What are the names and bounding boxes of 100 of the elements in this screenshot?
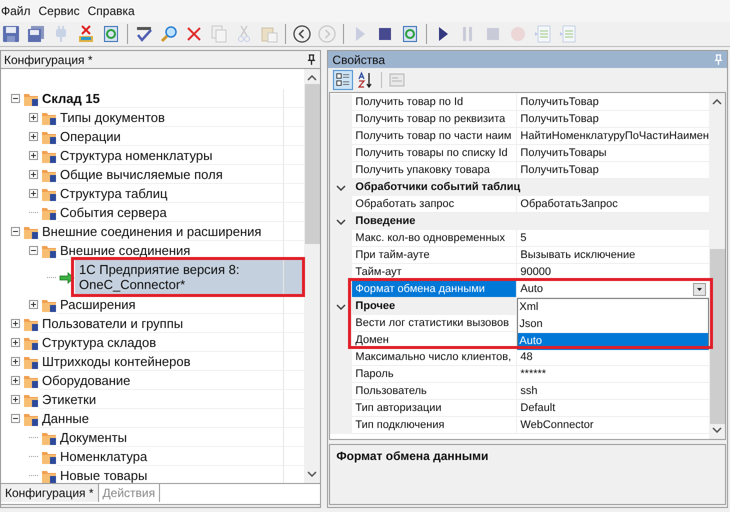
tree-item[interactable]: Типы документов	[60, 110, 165, 124]
scrollbar[interactable]	[304, 69, 320, 483]
spellcheck-icon[interactable]	[135, 25, 153, 43]
dropdown-icon[interactable]	[693, 283, 706, 296]
property-name[interactable]: Получить товар по части наим	[355, 130, 512, 142]
panel-title: Свойства	[332, 52, 386, 66]
expand-icon[interactable]	[29, 151, 38, 160]
scrollbar[interactable]	[709, 93, 725, 439]
tree-item[interactable]: Внешние соединения	[60, 242, 190, 258]
property-value[interactable]: Auto	[520, 283, 544, 295]
tree-item[interactable]: Этикетки	[42, 392, 96, 406]
property-name[interactable]: Тип авторизации	[355, 402, 442, 414]
expand-icon[interactable]	[11, 338, 20, 347]
refresh-icon[interactable]	[102, 25, 120, 43]
property-name[interactable]: Пользователь	[355, 385, 427, 397]
property-name[interactable]: Получить товар по реквизита	[355, 113, 506, 125]
tree-item[interactable]: Структура таблиц	[60, 186, 168, 200]
back-icon[interactable]	[293, 25, 311, 43]
property-value[interactable]: ПолучитьТовар	[520, 164, 599, 176]
categorized-icon[interactable]	[333, 70, 354, 90]
expand-icon[interactable]	[11, 376, 20, 385]
expand-icon[interactable]	[11, 357, 20, 366]
collapse-icon[interactable]	[11, 414, 20, 423]
tab[interactable]: Конфигурация *	[1, 484, 99, 502]
dropdown-option[interactable]: Json	[518, 316, 708, 333]
property-name[interactable]: Максимально число клиентов,	[355, 351, 512, 363]
property-name[interactable]: При тайм-ауте	[355, 249, 430, 261]
tree-item[interactable]: Расширения	[60, 296, 136, 312]
property-value[interactable]: 48	[520, 351, 533, 363]
refresh-icon[interactable]	[401, 25, 419, 43]
menu-item[interactable]: Сервис	[38, 4, 81, 18]
property-value[interactable]: ПолучитьТовары	[520, 147, 607, 159]
tree-item[interactable]: Внешние соединения и расширения	[42, 224, 262, 238]
save-icon[interactable]	[2, 25, 20, 43]
category-title: Поведение	[355, 215, 416, 227]
tree-item[interactable]: Операции	[60, 128, 121, 144]
property-name[interactable]: Домен	[355, 334, 389, 346]
property-value[interactable]: 90000	[520, 266, 551, 278]
tree-item[interactable]: События сервера	[60, 204, 167, 220]
tree-item[interactable]: Данные	[42, 410, 89, 426]
pin-icon[interactable]	[307, 54, 316, 65]
chevron-icon[interactable]	[336, 304, 346, 310]
expand-icon[interactable]	[11, 395, 20, 404]
property-name[interactable]: Пароль	[355, 368, 394, 380]
property-value[interactable]: ОбработатьЗапрос	[520, 198, 618, 210]
chevron-icon[interactable]	[336, 184, 346, 190]
property-name[interactable]: Макс. кол-во одновременных	[355, 232, 505, 244]
stop-icon[interactable]	[376, 25, 394, 43]
tree-item[interactable]: Оборудование	[42, 372, 130, 388]
property-value[interactable]: WebConnector	[520, 419, 594, 431]
panel-title: Конфигурация *	[4, 52, 93, 66]
tab[interactable]: Действия	[98, 484, 160, 502]
tree-item[interactable]: Структура номенклатуры	[60, 148, 212, 162]
tree-item[interactable]: Штрихкоды контейнеров	[42, 354, 190, 368]
scroll-up-icon[interactable]	[712, 99, 722, 105]
property-name[interactable]: Тип подключения	[355, 419, 444, 431]
property-name[interactable]: Обработать запрос	[355, 198, 454, 210]
menu-item[interactable]: Файл	[0, 4, 32, 18]
tree-item[interactable]: Пользователи и группы	[42, 316, 184, 330]
property-name[interactable]: Получить упаковку товара	[355, 164, 490, 176]
property-value[interactable]: ******	[520, 368, 546, 380]
tree-item[interactable]: Новые товары	[60, 468, 148, 482]
expand-icon[interactable]	[29, 113, 38, 122]
property-value[interactable]: 5	[520, 232, 527, 244]
property-name[interactable]: Тайм-аут	[355, 266, 402, 278]
expand-icon[interactable]	[29, 189, 38, 198]
expand-icon[interactable]	[11, 319, 20, 328]
menu-item[interactable]: Справка	[86, 4, 136, 18]
tree-item[interactable]: Склад 15	[42, 90, 100, 106]
collapse-icon[interactable]	[11, 227, 20, 236]
description-title: Формат обмена данными	[336, 449, 488, 463]
property-value[interactable]: Вызывать исключение	[520, 249, 636, 261]
tree-item[interactable]: Номенклатура	[60, 448, 148, 464]
expand-icon[interactable]	[29, 300, 38, 309]
property-name[interactable]: Получить товар по Id	[355, 96, 464, 108]
scroll-down-icon[interactable]	[712, 427, 722, 433]
dropdown-option[interactable]: Xml	[518, 299, 708, 316]
property-value[interactable]: ПолучитьТовар	[520, 113, 599, 125]
tree-item[interactable]: Документы	[60, 430, 128, 444]
tree-item[interactable]: Структура складов	[42, 334, 156, 350]
save-all-icon[interactable]	[27, 25, 45, 43]
search-icon[interactable]	[160, 25, 178, 43]
property-value[interactable]: ssh	[520, 385, 538, 397]
chevron-icon[interactable]	[336, 218, 346, 224]
category-title: Прочее	[355, 300, 396, 312]
expand-icon[interactable]	[29, 132, 38, 141]
property-value[interactable]: Default	[520, 402, 556, 414]
scroll-up-icon[interactable]	[307, 75, 318, 81]
tree-item[interactable]: Общие вычисляемые поля	[60, 166, 223, 182]
property-name[interactable]: Получить товары по списку Id	[355, 147, 508, 159]
expand-icon[interactable]	[29, 170, 38, 179]
remove-icon[interactable]	[77, 25, 95, 43]
collapse-icon[interactable]	[11, 94, 20, 103]
category-title: Обработчики событий таблиц	[355, 181, 520, 193]
collapse-icon[interactable]	[29, 246, 38, 255]
property-name[interactable]: Вести лог статистики вызовов	[355, 317, 509, 329]
scroll-down-icon[interactable]	[307, 471, 318, 477]
property-value[interactable]: НайтиНоменклатуруПоЧастиНаимен	[520, 130, 709, 142]
property-value[interactable]: ПолучитьТовар	[520, 96, 599, 108]
close-icon[interactable]	[185, 25, 203, 43]
